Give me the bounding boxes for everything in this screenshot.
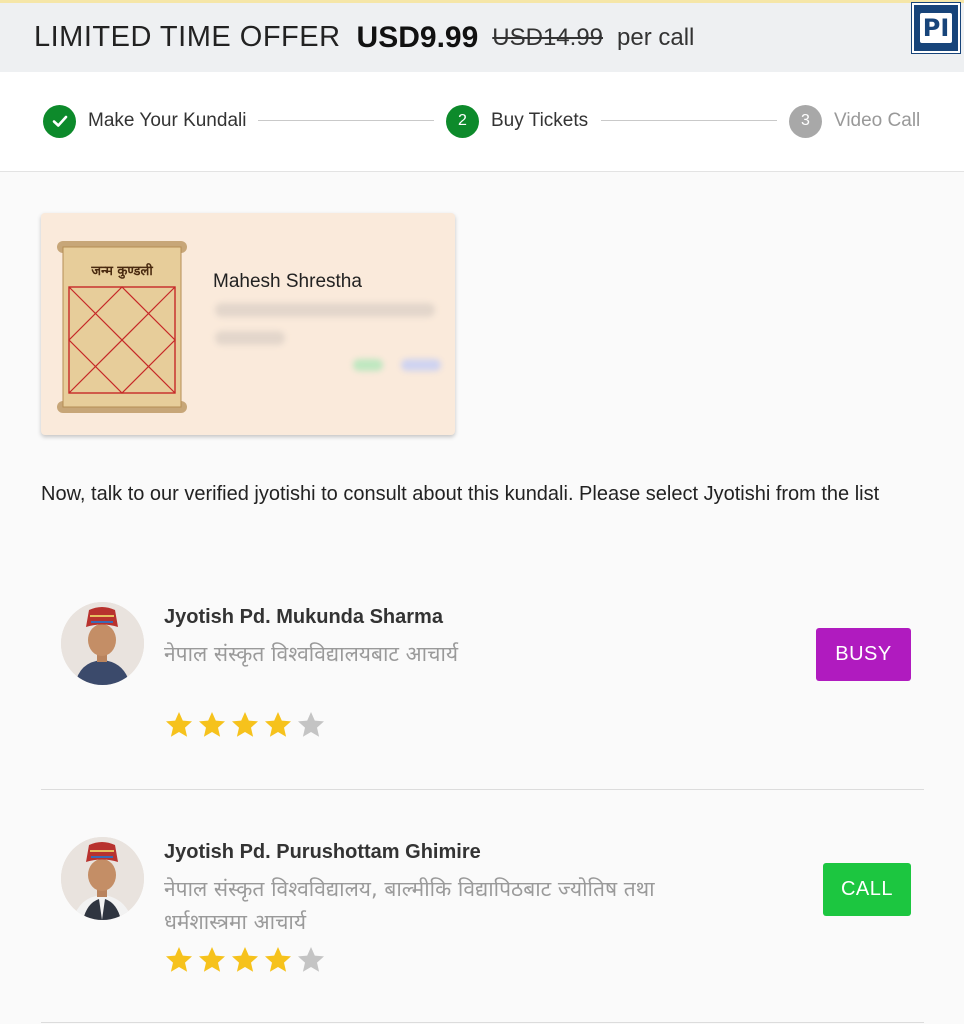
step-connector [601, 120, 777, 121]
star-filled-icon [197, 945, 227, 980]
star-filled-icon [230, 945, 260, 980]
rating-stars [164, 945, 326, 980]
step-buy-tickets[interactable]: 2 Buy Tickets [446, 104, 588, 138]
offer-banner: LIMITED TIME OFFER USD9.99 USD14.99 per … [0, 0, 964, 72]
blurred-tag [353, 359, 383, 371]
offer-old-price: USD14.99 [492, 23, 604, 51]
busy-button[interactable]: BUSY [816, 628, 911, 681]
kundali-person-name: Mahesh Shrestha [213, 271, 362, 292]
offer-per-call: per call [617, 23, 695, 51]
avatar [61, 837, 144, 920]
star-filled-icon [164, 945, 194, 980]
list-divider [41, 1022, 924, 1023]
jyotishi-qualification: नेपाल संस्कृत विश्वविद्यालयबाट आचार्य [164, 642, 459, 666]
step-connector [258, 120, 434, 121]
jyotishi-name: Jyotish Pd. Purushottam Ghimire [164, 841, 481, 863]
checkmark-icon [43, 104, 76, 138]
star-filled-icon [263, 945, 293, 980]
blurred-birth-place [215, 331, 285, 345]
pi-logo-text: PI [920, 13, 952, 43]
call-button[interactable]: CALL [823, 863, 911, 916]
star-filled-icon [164, 710, 194, 745]
jyotishi-name: Jyotish Pd. Mukunda Sharma [164, 606, 443, 628]
pi-logo: PI [911, 2, 961, 54]
kundali-card[interactable]: जन्म कुण्डली Mahesh Shrestha [41, 213, 455, 435]
step-label: Video Call [834, 110, 921, 131]
progress-stepper: Make Your Kundali 2 Buy Tickets 3 Video … [0, 72, 964, 172]
step-make-kundali[interactable]: Make Your Kundali [43, 104, 246, 138]
kundali-scroll-title: जन्म कुण्डली [90, 263, 153, 279]
rating-stars [164, 710, 326, 745]
blurred-birth-details [215, 303, 435, 317]
jyotishi-list-item: Jyotish Pd. Purushottam Ghimire नेपाल सं… [41, 837, 924, 987]
star-filled-icon [197, 710, 227, 745]
step-number-badge: 2 [446, 104, 479, 138]
blurred-tag [401, 359, 441, 371]
avatar [61, 602, 144, 685]
jyotishi-list-item: Jyotish Pd. Mukunda Sharma नेपाल संस्कृत… [41, 602, 924, 752]
star-empty-icon [296, 945, 326, 980]
step-video-call[interactable]: 3 Video Call [789, 104, 920, 138]
step-label: Make Your Kundali [88, 110, 247, 131]
list-divider [41, 789, 924, 790]
step-number-badge: 3 [789, 104, 822, 138]
jyotishi-qualification: नेपाल संस्कृत विश्वविद्यालय, बाल्मीकि वि… [164, 877, 655, 934]
offer-price: USD9.99 [356, 20, 479, 54]
kundali-scroll-image: जन्म कुण्डली [57, 241, 187, 413]
instruction-text: Now, talk to our verified jyotishi to co… [41, 483, 880, 505]
offer-label: LIMITED TIME OFFER [34, 21, 341, 53]
star-empty-icon [296, 710, 326, 745]
star-filled-icon [230, 710, 260, 745]
star-filled-icon [263, 710, 293, 745]
step-label: Buy Tickets [491, 110, 589, 131]
